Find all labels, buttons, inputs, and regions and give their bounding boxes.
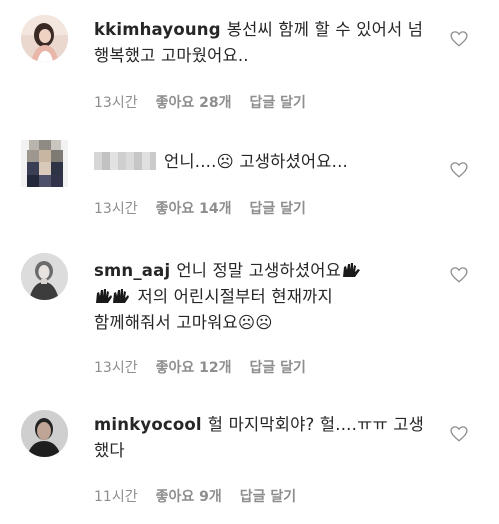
comment-text: 언니....☹ 고생하셨어요...	[94, 149, 434, 175]
comment-meta: 13시간 좋아요 28개 답글 달기	[94, 92, 324, 112]
blurred-username[interactable]	[94, 152, 156, 170]
heart-icon[interactable]	[450, 425, 468, 443]
comment-text: smn_aaj 언니 정말 고생하셨어요 저의 어린시절부터 현재까지 함께해줘서…	[94, 258, 434, 336]
frowning-face-icon: ☹☹	[237, 313, 273, 332]
comment-likes[interactable]: 좋아요 14개	[156, 198, 232, 218]
comment-body-line3: 함께해줘서 고마워요	[94, 313, 238, 332]
clapping-hands-icon	[94, 284, 132, 310]
heart-icon[interactable]	[450, 161, 468, 179]
reply-button[interactable]: 답글 달기	[249, 198, 305, 218]
comment-time[interactable]: 11시간	[94, 486, 138, 506]
comment-time[interactable]: 13시간	[94, 198, 138, 218]
heart-icon[interactable]	[450, 266, 468, 284]
comment-meta: 11시간 좋아요 9개 답글 달기	[94, 486, 314, 506]
comment-time[interactable]: 13시간	[94, 357, 138, 377]
comment-time[interactable]: 13시간	[94, 92, 138, 112]
reply-button[interactable]: 답글 달기	[249, 92, 305, 112]
heart-icon[interactable]	[450, 30, 468, 48]
comment-text: kkimhayoung 봉선씨 함께 할 수 있어서 넘 행복했고 고마웠어요..	[94, 17, 434, 69]
comment-username[interactable]: smn_aaj	[94, 261, 170, 280]
comment-meta: 13시간 좋아요 12개 답글 달기	[94, 357, 324, 377]
comment-meta: 13시간 좋아요 14개 답글 달기	[94, 198, 324, 218]
comment-likes[interactable]: 좋아요 28개	[156, 92, 232, 112]
comment-body-line2: 저의 어린시절부터 현재까지	[137, 287, 333, 306]
comment-likes[interactable]: 좋아요 12개	[156, 357, 232, 377]
avatar[interactable]	[21, 15, 68, 62]
avatar[interactable]	[21, 253, 68, 300]
comment-username[interactable]: minkyocool	[94, 415, 202, 434]
reply-button[interactable]: 답글 달기	[249, 357, 305, 377]
comment-username[interactable]: kkimhayoung	[94, 20, 221, 39]
comment-body: 언니 정말 고생하셨어요	[176, 261, 342, 280]
reply-button[interactable]: 답글 달기	[240, 486, 296, 506]
clapping-hands-icon	[341, 258, 363, 284]
avatar[interactable]	[21, 140, 68, 187]
comment-likes[interactable]: 좋아요 9개	[156, 486, 222, 506]
avatar[interactable]	[21, 410, 68, 457]
comment-body: 언니....☹ 고생하셨어요...	[164, 152, 348, 171]
comment-text: minkyocool 헐 마지막회야? 헐....ㅠㅠ 고생했다	[94, 412, 434, 464]
